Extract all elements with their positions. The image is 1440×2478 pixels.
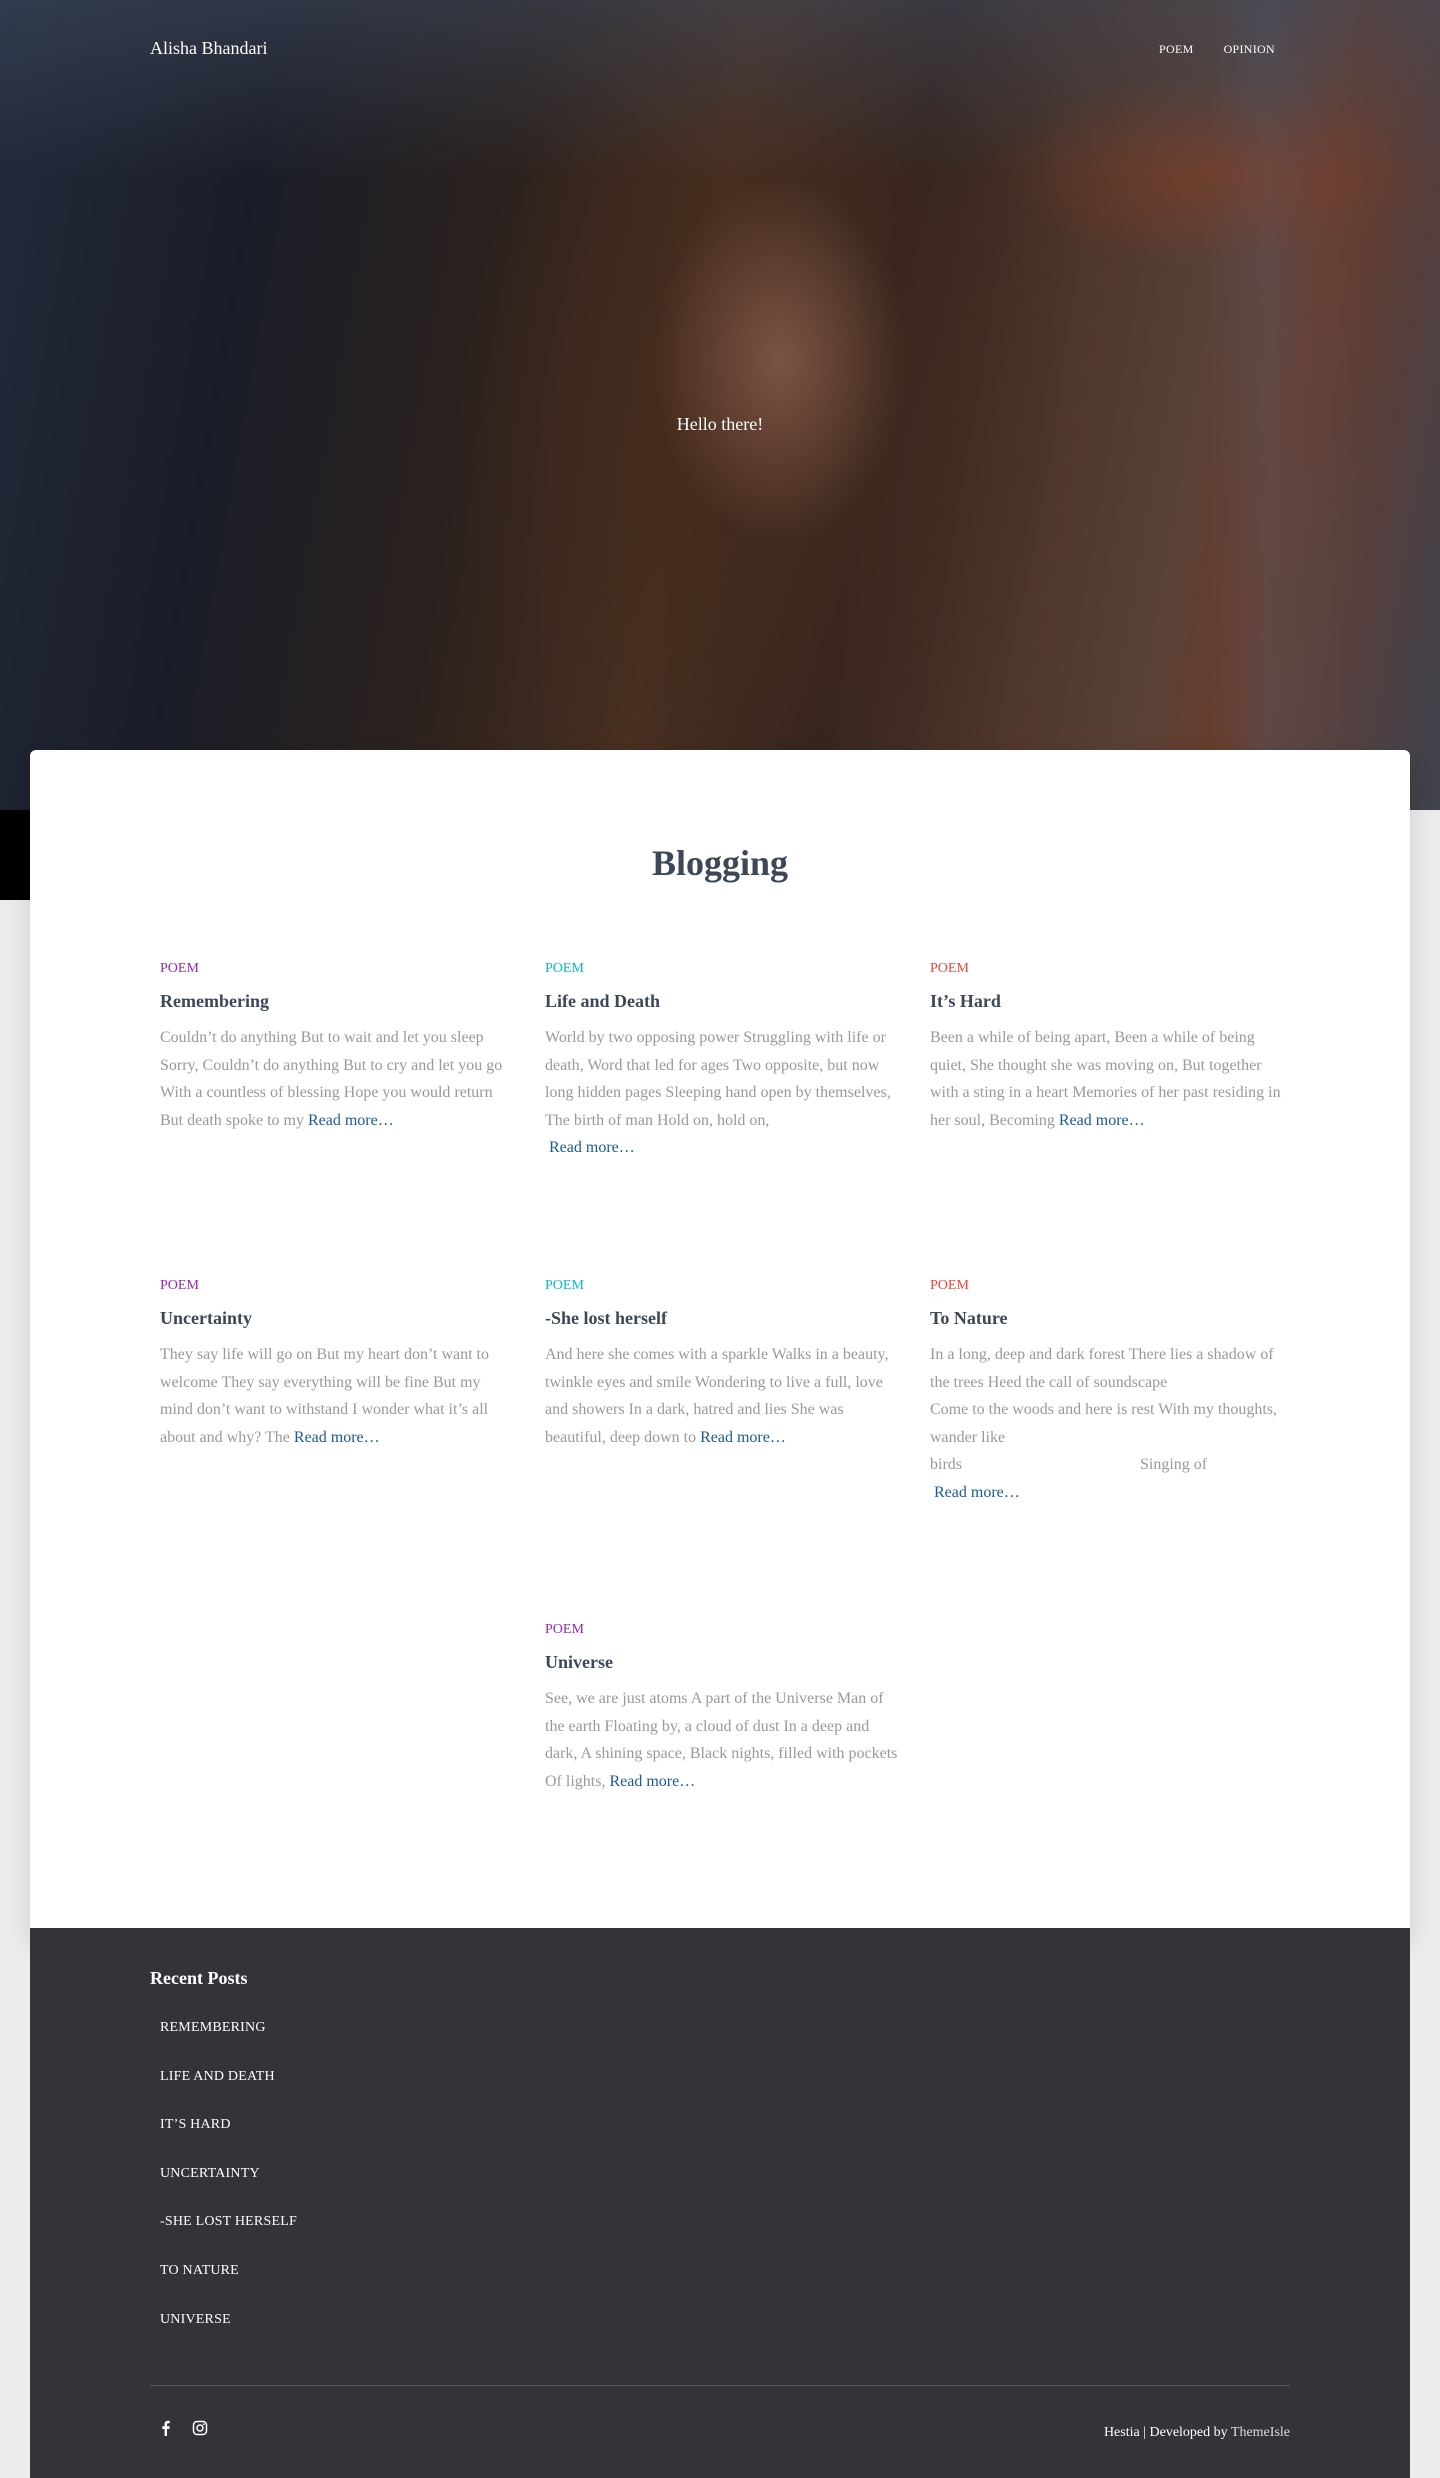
read-more-link[interactable]: Read more…: [294, 1429, 380, 1446]
hero-background: [0, 0, 1440, 810]
social-links: [158, 2420, 208, 2436]
post-card: POEM To Nature In a long, deep and dark …: [930, 1278, 1286, 1506]
post-category[interactable]: POEM: [930, 1278, 1286, 1294]
hero-edge-strip: [0, 810, 30, 900]
recent-post-link[interactable]: LIFE AND DEATH: [160, 2069, 297, 2118]
nav-item-opinion[interactable]: OPINION: [1224, 42, 1275, 57]
instagram-icon[interactable]: [192, 2420, 208, 2436]
nav-item-poem[interactable]: POEM: [1159, 42, 1194, 57]
read-more-link[interactable]: Read more…: [934, 1484, 1020, 1501]
post-title[interactable]: Uncertainty: [160, 1308, 516, 1329]
post-title[interactable]: Remembering: [160, 991, 516, 1012]
facebook-icon[interactable]: [158, 2420, 174, 2436]
recent-post-link[interactable]: TO NATURE: [160, 2263, 297, 2312]
main-nav: POEM OPINION: [1159, 42, 1275, 57]
post-category[interactable]: POEM: [545, 961, 901, 977]
post-card: POEM Universe See, we are just atoms A p…: [545, 1622, 901, 1795]
post-category[interactable]: POEM: [160, 1278, 516, 1294]
post-title[interactable]: -She lost herself: [545, 1308, 901, 1329]
post-excerpt: They say life will go on But my heart do…: [160, 1346, 489, 1446]
recent-posts-title: Recent Posts: [150, 1968, 248, 1988]
post-card: POEM Life and Death World by two opposin…: [545, 961, 901, 1162]
post-card: POEM Uncertainty They say life will go o…: [160, 1278, 516, 1451]
recent-post-link[interactable]: UNCERTAINTY: [160, 2166, 297, 2215]
recent-posts-list: REMEMBERING LIFE AND DEATH IT’S HARD UNC…: [160, 2020, 297, 2360]
post-category[interactable]: POEM: [160, 961, 516, 977]
post-excerpt: See, we are just atoms A part of the Uni…: [545, 1690, 898, 1790]
read-more-link[interactable]: Read more…: [609, 1773, 695, 1790]
site-brand[interactable]: Alisha Bhandari: [150, 38, 267, 59]
post-card: POEM -She lost herself And here she come…: [545, 1278, 901, 1451]
credits-text: Hestia | Developed by: [1103, 2425, 1231, 2440]
read-more-link[interactable]: Read more…: [308, 1112, 394, 1129]
post-excerpt: World by two opposing power Struggling w…: [545, 1029, 891, 1156]
post-title[interactable]: Life and Death: [545, 991, 901, 1012]
post-excerpt: In a long, deep and dark forest There li…: [930, 1346, 1278, 1501]
post-category[interactable]: POEM: [545, 1622, 901, 1638]
footer-credits: Hestia | Developed by ThemeIsle: [1104, 2425, 1290, 2441]
read-more-link[interactable]: Read more…: [700, 1429, 786, 1446]
hero-title: Hello there!: [676, 414, 764, 434]
post-title[interactable]: To Nature: [930, 1308, 1286, 1329]
recent-post-link[interactable]: UNIVERSE: [160, 2312, 297, 2361]
post-excerpt: Been a while of being apart, Been a whil…: [930, 1029, 1281, 1129]
post-category[interactable]: POEM: [545, 1278, 901, 1294]
post-card: POEM It’s Hard Been a while of being apa…: [930, 961, 1286, 1134]
footer-divider: [150, 2385, 1290, 2386]
site-footer: Recent Posts REMEMBERING LIFE AND DEATH …: [30, 1928, 1410, 2478]
read-more-link[interactable]: Read more…: [1059, 1112, 1145, 1129]
post-excerpt: And here she comes with a sparkle Walks …: [545, 1346, 889, 1446]
post-category[interactable]: POEM: [930, 961, 1286, 977]
recent-post-link[interactable]: REMEMBERING: [160, 2020, 297, 2069]
themeisle-link[interactable]: ThemeIsle: [1231, 2425, 1290, 2440]
post-excerpt: Couldn’t do anything But to wait and let…: [160, 1029, 503, 1129]
read-more-link[interactable]: Read more…: [549, 1139, 635, 1156]
recent-post-link[interactable]: IT’S HARD: [160, 2117, 297, 2166]
section-title: Blogging: [651, 843, 789, 883]
post-card: POEM Remembering Couldn’t do anything Bu…: [160, 961, 516, 1134]
post-title[interactable]: It’s Hard: [930, 991, 1286, 1012]
blog-section: Blogging POEM Remembering Couldn’t do an…: [30, 750, 1410, 1928]
post-title[interactable]: Universe: [545, 1652, 901, 1673]
recent-post-link[interactable]: -SHE LOST HERSELF: [160, 2214, 297, 2263]
